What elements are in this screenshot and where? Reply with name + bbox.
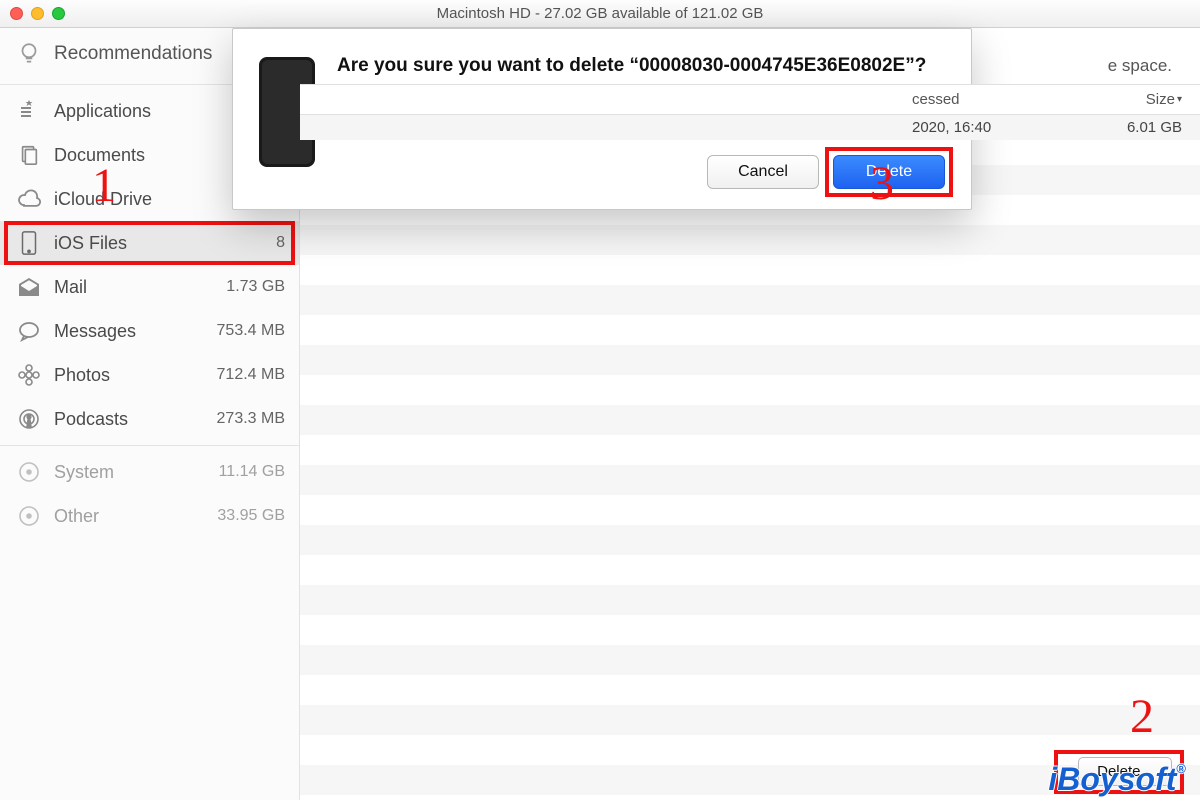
table-row[interactable]: 2020, 16:40 6.01 GB: [300, 115, 1200, 140]
sidebar-item-size: 8: [195, 234, 285, 252]
applications-icon: [14, 96, 44, 126]
column-size-label: Size: [1146, 91, 1175, 108]
documents-icon: [14, 140, 44, 170]
delete-button[interactable]: Delete...: [1078, 757, 1172, 786]
close-window-button[interactable]: [10, 7, 23, 20]
row-accessed: 2020, 16:40: [912, 119, 1092, 136]
sidebar-item-ios-files[interactable]: iOS Files 8: [0, 221, 299, 265]
sidebar-item-size: 11.14 GB: [195, 463, 285, 481]
sidebar-item-label: Documents: [54, 145, 195, 166]
sidebar-item-label: iOS Files: [54, 233, 195, 254]
row-size: 6.01 GB: [1092, 119, 1182, 136]
window-controls: [10, 7, 65, 20]
cancel-button[interactable]: Cancel: [707, 155, 819, 189]
minimize-window-button[interactable]: [31, 7, 44, 20]
sidebar-item-system[interactable]: System 11.14 GB: [0, 450, 299, 494]
sidebar-item-label: System: [54, 462, 195, 483]
phone-icon: [14, 228, 44, 258]
sidebar-item-size: 1.73 GB: [195, 278, 285, 296]
zoom-window-button[interactable]: [52, 7, 65, 20]
messages-icon: [14, 316, 44, 346]
sidebar-item-size: 33.95 GB: [195, 507, 285, 525]
chevron-down-icon: ▾: [1177, 94, 1182, 105]
lightbulb-icon: [14, 39, 44, 69]
sidebar-item-photos[interactable]: Photos 712.4 MB: [0, 353, 299, 397]
cloud-icon: [14, 184, 44, 214]
sidebar-item-label: Podcasts: [54, 409, 195, 430]
sidebar-item-messages[interactable]: Messages 753.4 MB: [0, 309, 299, 353]
sidebar-item-label: Mail: [54, 277, 195, 298]
photos-icon: [14, 360, 44, 390]
sidebar-item-label: Other: [54, 506, 195, 527]
window-titlebar: Macintosh HD - 27.02 GB available of 121…: [0, 0, 1200, 28]
sidebar-item-label: Messages: [54, 321, 195, 342]
sidebar-item-label: iCloud Drive: [54, 189, 195, 210]
sidebar-item-size: 273.3 MB: [195, 410, 285, 428]
column-accessed[interactable]: cessed: [912, 91, 1092, 108]
sidebar-item-size: 712.4 MB: [195, 366, 285, 384]
window-title: Macintosh HD - 27.02 GB available of 121…: [0, 5, 1200, 22]
sidebar-item-label: Photos: [54, 365, 195, 386]
content-header: e space.: [300, 28, 1200, 84]
sidebar-item-podcasts[interactable]: Podcasts 273.3 MB: [0, 397, 299, 441]
header-space-text: e space.: [1108, 56, 1172, 75]
other-icon: [14, 501, 44, 531]
sidebar-item-label: Applications: [54, 101, 195, 122]
column-headers: cessed Size ▾: [300, 84, 1200, 115]
podcasts-icon: [14, 404, 44, 434]
system-icon: [14, 457, 44, 487]
sidebar-item-size: 753.4 MB: [195, 322, 285, 340]
column-size[interactable]: Size ▾: [1092, 91, 1182, 108]
content-stripes: [300, 165, 1200, 800]
sidebar-item-other[interactable]: Other 33.95 GB: [0, 494, 299, 538]
confirm-delete-button[interactable]: Delete: [833, 155, 945, 189]
mail-icon: [14, 272, 44, 302]
sidebar-item-mail[interactable]: Mail 1.73 GB: [0, 265, 299, 309]
